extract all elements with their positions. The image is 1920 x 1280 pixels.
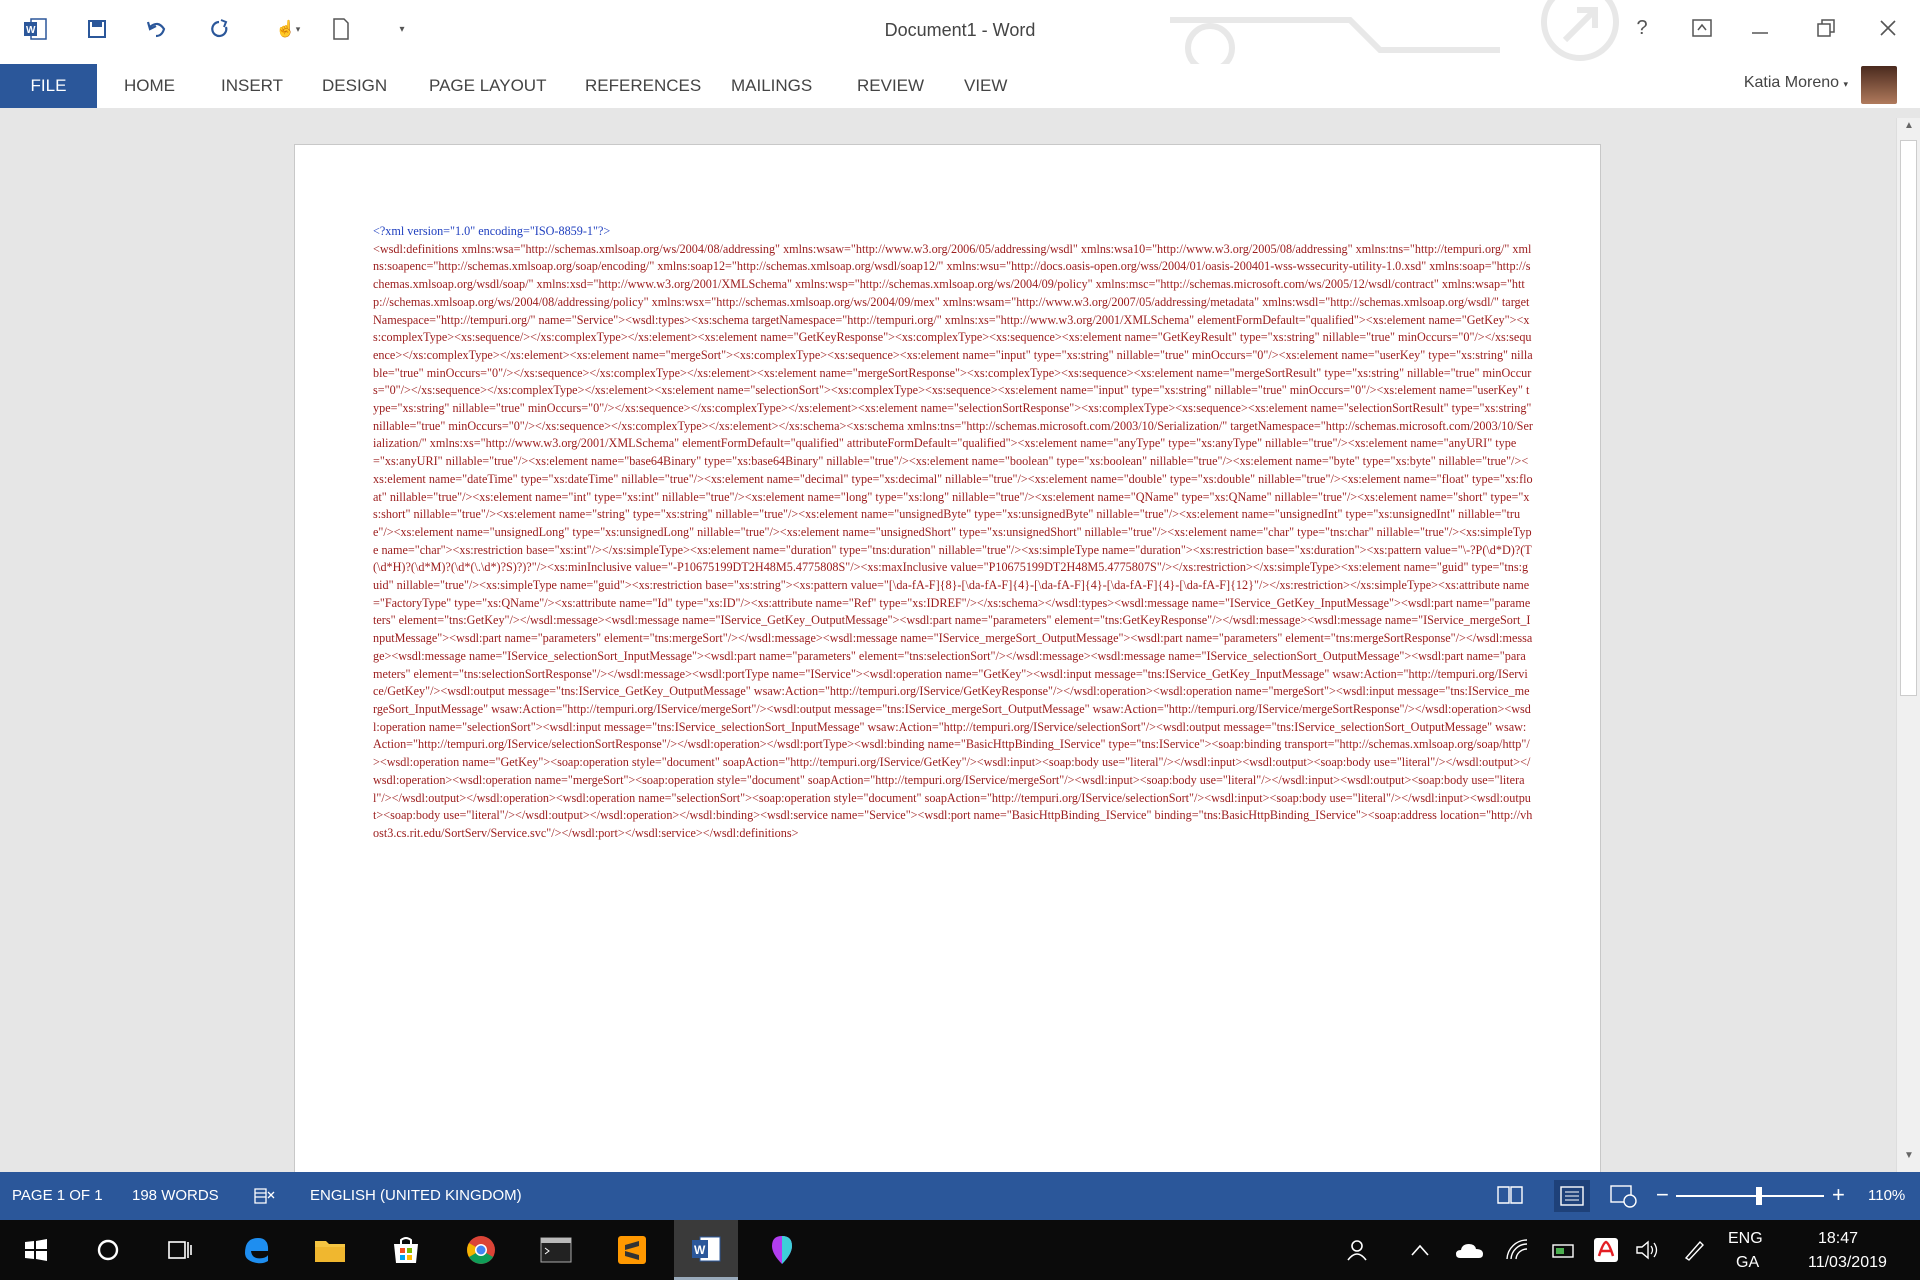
volume-icon[interactable] bbox=[1624, 1230, 1672, 1270]
proofing-icon[interactable] bbox=[254, 1187, 276, 1209]
input-language-top[interactable]: ENG bbox=[1728, 1230, 1763, 1248]
pen-workspace-icon[interactable] bbox=[1670, 1230, 1718, 1270]
cortana-icon[interactable] bbox=[84, 1230, 132, 1270]
scroll-down-icon[interactable]: ▼ bbox=[1897, 1150, 1920, 1170]
document-workspace: <?xml version="1.0" encoding="ISO-8859-1… bbox=[0, 108, 1920, 1204]
chrome-icon[interactable] bbox=[457, 1230, 505, 1270]
task-view-icon[interactable] bbox=[156, 1230, 204, 1270]
wsdl-content: <wsdl:definitions xmlns:wsa="http://sche… bbox=[373, 241, 1533, 840]
battery-icon[interactable] bbox=[1540, 1230, 1588, 1270]
ribbon-display-options-icon[interactable] bbox=[1680, 10, 1724, 46]
zoom-out-icon[interactable]: − bbox=[1656, 1182, 1669, 1208]
zoom-slider-thumb[interactable] bbox=[1755, 1187, 1762, 1205]
tab-review[interactable]: REVIEW bbox=[857, 64, 924, 108]
avatar[interactable] bbox=[1861, 66, 1897, 104]
web-layout-icon[interactable] bbox=[1610, 1184, 1638, 1212]
sublime-text-icon[interactable] bbox=[608, 1230, 656, 1270]
tab-mailings[interactable]: MAILINGS bbox=[731, 64, 812, 108]
word-count[interactable]: 198 WORDS bbox=[132, 1187, 219, 1204]
svg-text:W: W bbox=[694, 1243, 706, 1257]
tab-home[interactable]: HOME bbox=[124, 64, 175, 108]
ribbon-background-icon bbox=[1170, 0, 1619, 64]
ribbon-tabs: FILE HOME INSERT DESIGN PAGE LAYOUT REFE… bbox=[0, 64, 1920, 108]
file-explorer-icon[interactable] bbox=[306, 1230, 354, 1270]
word-taskbar-icon[interactable]: W bbox=[674, 1220, 738, 1280]
chevron-up-icon[interactable] bbox=[1396, 1230, 1444, 1270]
print-layout-icon[interactable] bbox=[1554, 1180, 1590, 1212]
tab-design[interactable]: DESIGN bbox=[322, 64, 387, 108]
wifi-icon[interactable] bbox=[1494, 1230, 1542, 1270]
tab-references[interactable]: REFERENCES bbox=[585, 64, 701, 108]
xml-declaration: <?xml version="1.0" encoding="ISO-8859-1… bbox=[373, 224, 611, 238]
restore-icon[interactable] bbox=[1804, 10, 1848, 46]
adobe-icon[interactable] bbox=[1582, 1230, 1630, 1270]
status-bar: PAGE 1 OF 1 198 WORDS ENGLISH (UNITED KI… bbox=[0, 1172, 1920, 1220]
tab-insert[interactable]: INSERT bbox=[221, 64, 283, 108]
tab-view[interactable]: VIEW bbox=[964, 64, 1007, 108]
tab-page-layout[interactable]: PAGE LAYOUT bbox=[429, 64, 546, 108]
scroll-up-icon[interactable]: ▲ bbox=[1897, 120, 1920, 140]
chevron-down-icon: ▾ bbox=[1843, 79, 1848, 89]
minimize-icon[interactable] bbox=[1738, 10, 1782, 46]
clock-time[interactable]: 18:47 bbox=[1818, 1230, 1858, 1248]
paint-3d-icon[interactable] bbox=[758, 1230, 806, 1270]
tab-file[interactable]: FILE bbox=[0, 64, 97, 108]
zoom-level[interactable]: 110% bbox=[1868, 1187, 1905, 1204]
close-icon[interactable] bbox=[1866, 10, 1910, 46]
zoom-slider[interactable] bbox=[1676, 1187, 1824, 1205]
people-icon[interactable] bbox=[1336, 1230, 1384, 1270]
read-mode-icon[interactable] bbox=[1497, 1184, 1523, 1210]
scrollbar-thumb[interactable] bbox=[1900, 140, 1917, 696]
user-account[interactable]: Katia Moreno ▾ bbox=[1744, 74, 1848, 92]
help-button[interactable]: ? bbox=[1620, 10, 1664, 46]
store-icon[interactable] bbox=[382, 1230, 430, 1270]
taskbar: W ENG GA 18:47 11/03/2019 bbox=[0, 1220, 1920, 1280]
vertical-scrollbar[interactable]: ▲ ▼ bbox=[1896, 118, 1920, 1172]
document-body[interactable]: <?xml version="1.0" encoding="ISO-8859-1… bbox=[373, 223, 1533, 843]
input-language-bottom[interactable]: GA bbox=[1736, 1254, 1759, 1272]
user-name: Katia Moreno bbox=[1743, 74, 1840, 91]
start-icon[interactable] bbox=[12, 1230, 60, 1270]
page-count[interactable]: PAGE 1 OF 1 bbox=[12, 1187, 103, 1204]
zoom-in-icon[interactable]: + bbox=[1832, 1182, 1845, 1208]
clock-date[interactable]: 11/03/2019 bbox=[1808, 1254, 1887, 1272]
onedrive-icon[interactable] bbox=[1446, 1230, 1494, 1270]
document-page[interactable]: <?xml version="1.0" encoding="ISO-8859-1… bbox=[294, 144, 1601, 1204]
title-bar: W ☝ ▾ ▾ Document1 - Word ? bbox=[0, 0, 1920, 64]
language-indicator[interactable]: ENGLISH (UNITED KINGDOM) bbox=[310, 1187, 522, 1204]
terminal-icon[interactable] bbox=[532, 1230, 580, 1270]
edge-icon[interactable] bbox=[232, 1230, 280, 1270]
